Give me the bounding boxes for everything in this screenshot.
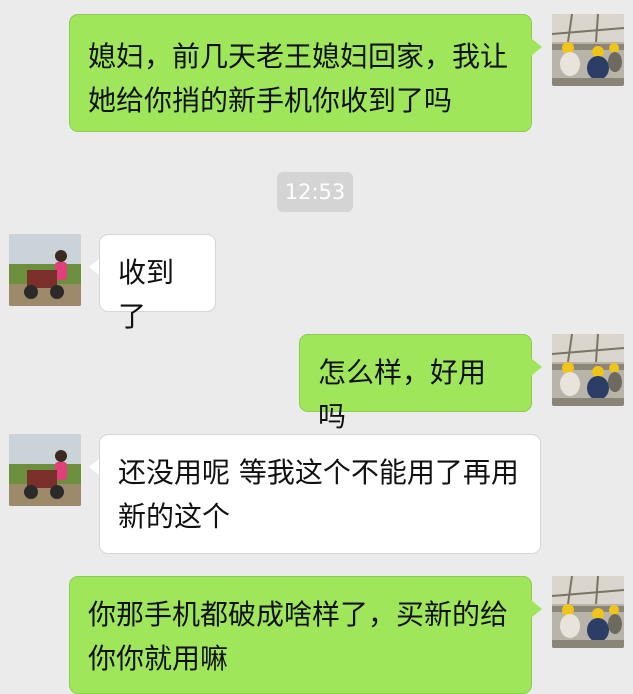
message-bubble-outgoing[interactable]: 你那手机都破成啥样了，买新的给你你就用嘛 [69, 576, 532, 694]
bubble-tail [531, 358, 542, 376]
message-bubble-outgoing[interactable]: 怎么样，好用吗 [299, 334, 532, 433]
workers-avatar[interactable] [552, 576, 624, 648]
woman-on-tricycle-avatar[interactable] [9, 234, 81, 306]
timestamp-badge: 12:53 [277, 172, 353, 212]
bubble-tail [531, 38, 542, 56]
bubble-tail [531, 600, 542, 618]
message-bubble-outgoing[interactable]: 媳妇，前几天老王媳妇回家，我让她给你捎的新手机你收到了吗 [69, 14, 532, 132]
woman-on-tricycle-avatar[interactable] [9, 434, 81, 506]
message-bubble-incoming[interactable]: 还没用呢 等我这个不能用了再用新的这个 [99, 434, 541, 554]
message-bubble-incoming[interactable]: 收到了 [99, 234, 216, 333]
workers-avatar[interactable] [552, 334, 624, 406]
workers-avatar[interactable] [552, 14, 624, 86]
